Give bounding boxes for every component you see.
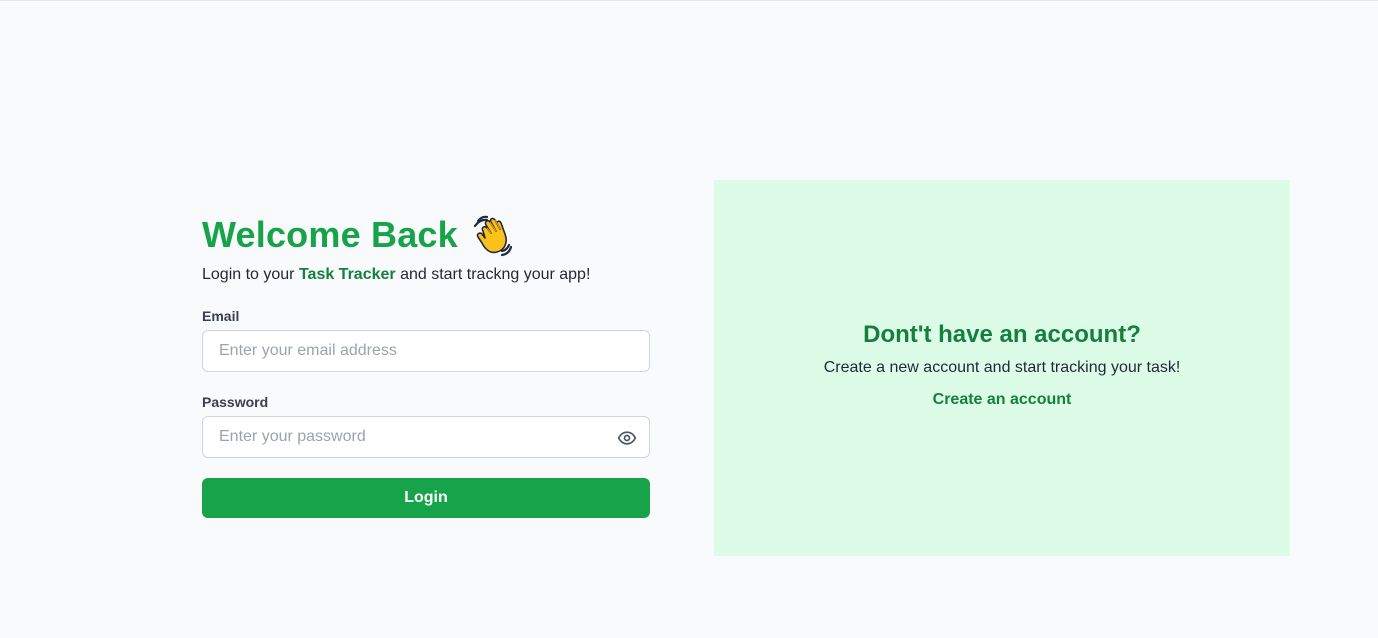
email-field[interactable]: [203, 331, 649, 371]
page-title: Welcome Back: [202, 214, 458, 255]
waving-hand-icon: [472, 213, 512, 257]
login-button[interactable]: Login: [202, 478, 650, 518]
email-label: Email: [202, 308, 240, 324]
brand-name: Task Tracker: [298, 266, 396, 283]
signup-text: Create a new account and start tracking …: [823, 359, 1181, 376]
password-field-wrapper: [202, 416, 650, 458]
email-field-wrapper: [202, 330, 650, 372]
password-label: Password: [202, 394, 269, 410]
subtitle-prefix: Login to your: [202, 266, 299, 283]
create-account-link[interactable]: Create an account: [933, 391, 1072, 409]
password-field[interactable]: [203, 417, 649, 457]
subtitle-suffix: and start trackng your app!: [395, 266, 591, 283]
eye-icon[interactable]: [617, 428, 637, 448]
signup-title: Dont't have an account?: [863, 321, 1141, 348]
signup-panel: Dont't have an account? Create a new acc…: [714, 180, 1290, 556]
top-divider: [0, 0, 1378, 1]
login-form: Welcome Back Login to your Task Tracker …: [202, 212, 650, 518]
welcome-header: Welcome Back: [202, 212, 650, 258]
login-subtitle: Login to your Task Tracker and start tra…: [202, 266, 650, 284]
